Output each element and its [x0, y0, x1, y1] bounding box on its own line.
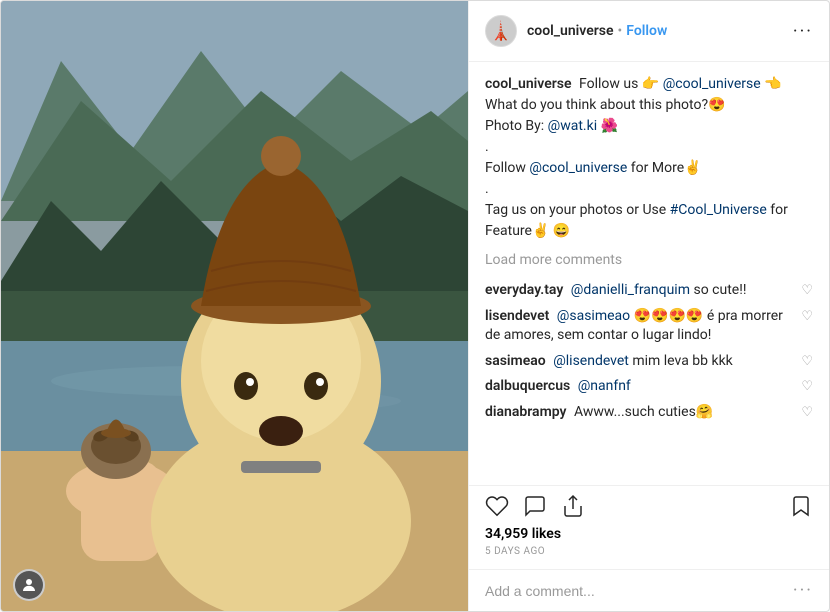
- comment-content-0: everyday.tay @danielli_franquim so cute!…: [485, 281, 793, 301]
- share-button[interactable]: [561, 494, 585, 518]
- comment-text-0: @danielli_franquim so cute!!: [571, 282, 747, 298]
- post-caption: cool_universe Follow us 👉 @cool_universe…: [485, 74, 813, 242]
- comment-heart-1[interactable]: ♡: [801, 307, 813, 327]
- time-ago: 5 DAYS AGO: [485, 546, 813, 557]
- comment-row-4: dianabrampy Awww...such cuties🤗 ♡: [485, 403, 813, 423]
- comment-username-3[interactable]: dalbuquercus: [485, 378, 570, 394]
- comment-content-1: lisendevet @sasimeao 😍😍😍😍 é pra morrer d…: [485, 307, 793, 346]
- likes-count: 34,959 likes: [485, 526, 813, 542]
- comment-content-3: dalbuquercus @nanfnf: [485, 377, 793, 397]
- post-image: [1, 1, 468, 612]
- comment-heart-2[interactable]: ♡: [801, 352, 813, 372]
- comment-row-1: lisendevet @sasimeao 😍😍😍😍 é pra morrer d…: [485, 307, 813, 346]
- caption-line-1: Follow us 👉 @cool_universe 👈: [579, 76, 782, 92]
- comment-content-2: sasimeao @lisendevet mim leva bb kkk: [485, 352, 793, 372]
- caption-line-6: .: [485, 181, 489, 197]
- follow-button[interactable]: Follow: [626, 23, 667, 39]
- add-comment-input[interactable]: [485, 583, 793, 599]
- caption-line-2: What do you think about this photo?😍: [485, 97, 726, 113]
- caption-username[interactable]: cool_universe: [485, 76, 572, 92]
- post-card: 🗼 cool_universe • Follow ··· cool_univer…: [0, 0, 830, 612]
- caption-line-3: Photo By: @wat.ki 🌺: [485, 118, 618, 134]
- comment-username-4[interactable]: dianabrampy: [485, 404, 567, 420]
- add-comment-more-button[interactable]: ···: [793, 580, 813, 601]
- post-author-username[interactable]: cool_universe: [527, 23, 614, 39]
- post-actions: 34,959 likes 5 DAYS AGO: [469, 485, 829, 569]
- comment-content-4: dianabrampy Awww...such cuties🤗: [485, 403, 793, 423]
- post-comments-area: cool_universe Follow us 👉 @cool_universe…: [469, 62, 829, 485]
- comment-text-2: @lisendevet mim leva bb kkk: [553, 353, 733, 369]
- comment-row-0: everyday.tay @danielli_franquim so cute!…: [485, 281, 813, 301]
- comment-button[interactable]: [523, 494, 547, 518]
- load-more-comments[interactable]: Load more comments: [485, 250, 813, 271]
- comment-row-3: dalbuquercus @nanfnf ♡: [485, 377, 813, 397]
- caption-line-5: Follow @cool_universe for More✌: [485, 160, 702, 176]
- add-comment-bar: ···: [469, 569, 829, 611]
- post-author-avatar[interactable]: 🗼: [485, 15, 517, 47]
- comment-username-1[interactable]: lisendevet: [485, 308, 549, 324]
- comment-heart-3[interactable]: ♡: [801, 377, 813, 397]
- caption-line-4: .: [485, 139, 489, 155]
- action-icons-row: [485, 494, 813, 518]
- caption-line-7: Tag us on your photos or Use #Cool_Unive…: [485, 202, 788, 239]
- header-dot: •: [618, 23, 623, 39]
- bookmark-button[interactable]: [789, 494, 813, 518]
- comment-heart-0[interactable]: ♡: [801, 281, 813, 301]
- like-button[interactable]: [485, 494, 509, 518]
- post-right-panel: 🗼 cool_universe • Follow ··· cool_univer…: [468, 1, 829, 611]
- more-options-button[interactable]: ···: [793, 21, 813, 42]
- comment-heart-4[interactable]: ♡: [801, 403, 813, 423]
- comment-row-2: sasimeao @lisendevet mim leva bb kkk ♡: [485, 352, 813, 372]
- post-header: 🗼 cool_universe • Follow ···: [469, 1, 829, 62]
- comment-username-2[interactable]: sasimeao: [485, 353, 546, 369]
- comment-text-4: Awww...such cuties🤗: [574, 404, 713, 420]
- avatar-icon: 🗼: [490, 21, 512, 42]
- comment-text-3: @nanfnf: [578, 378, 631, 394]
- current-user-avatar[interactable]: [13, 569, 45, 601]
- comment-username-0[interactable]: everyday.tay: [485, 282, 563, 298]
